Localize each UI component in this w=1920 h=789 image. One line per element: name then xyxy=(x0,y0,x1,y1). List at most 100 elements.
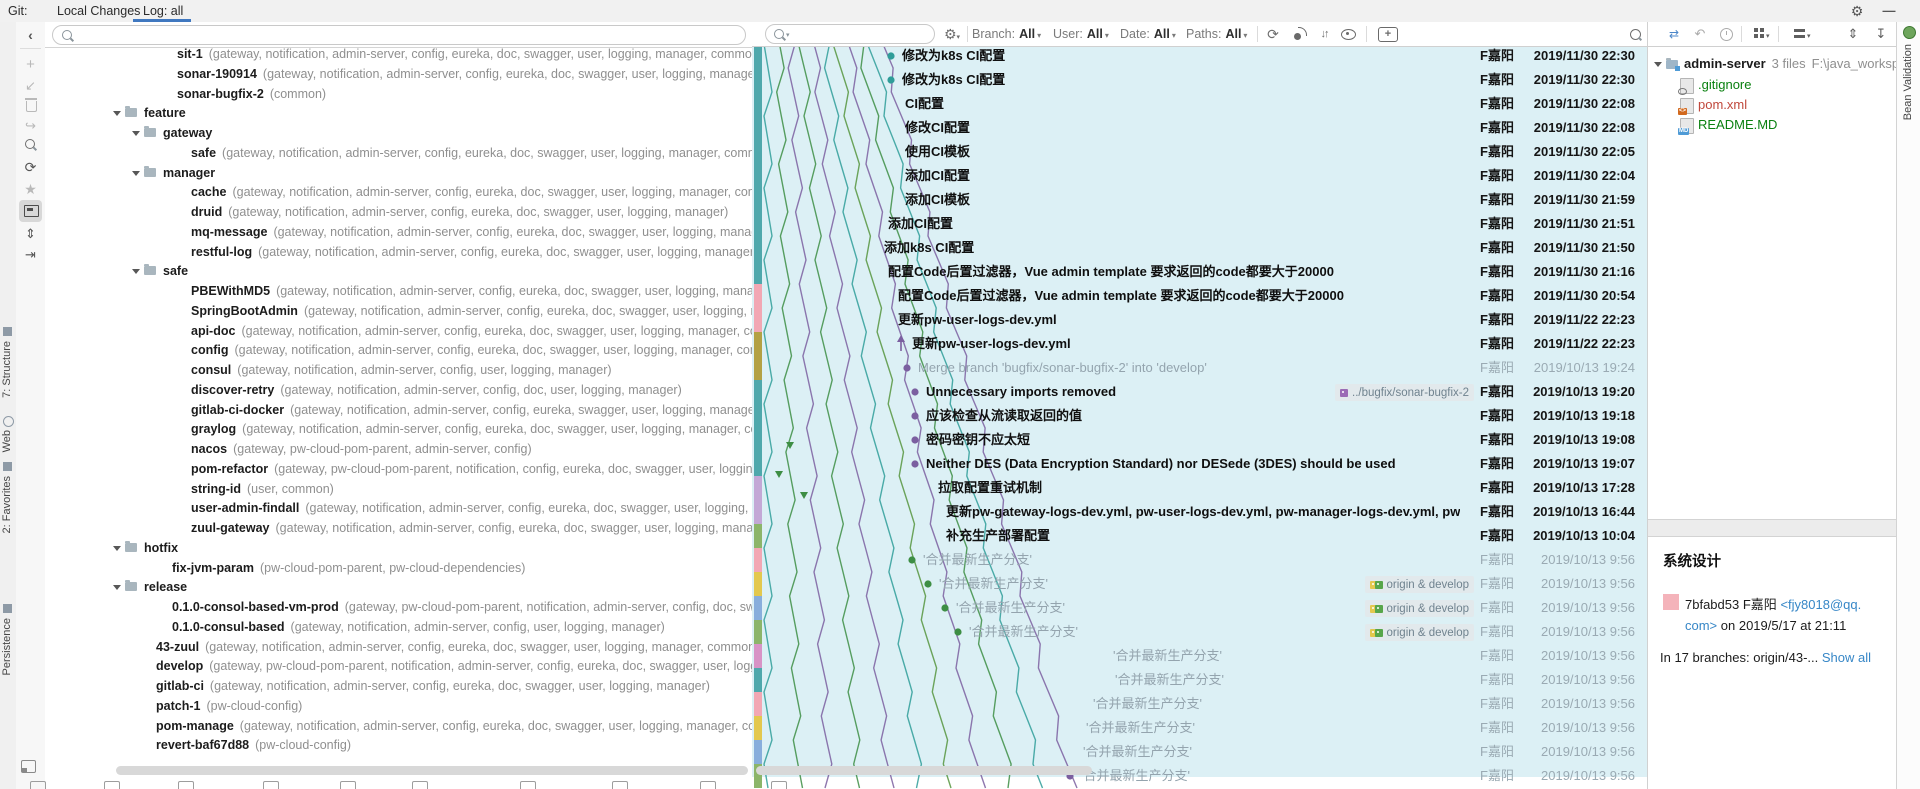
bottom-tool-icon[interactable] xyxy=(178,781,194,789)
log-row[interactable]: Neither DES (Data Encryption Standard) n… xyxy=(752,452,1647,476)
bottom-tool-icon[interactable] xyxy=(104,781,120,789)
tree-row[interactable]: 43-zuul(gateway, notification, admin-ser… xyxy=(45,637,752,657)
log-filter-input[interactable]: ▾ xyxy=(765,24,935,44)
log-row[interactable]: 添加CI配置F嘉阳2019/11/30 21:51 xyxy=(752,212,1647,236)
log-row[interactable]: Unnecessary imports removed../bugfix/son… xyxy=(752,380,1647,404)
expanded-arrow-icon[interactable] xyxy=(132,269,140,274)
tree-row[interactable]: sonar-bugfix-2(common) xyxy=(45,84,752,104)
bottom-tool-icon[interactable] xyxy=(263,781,279,789)
edge-tab-persistence[interactable]: Persistence xyxy=(1,618,13,675)
log-row[interactable]: 修改CI配置F嘉阳2019/11/30 22:08 xyxy=(752,116,1647,140)
changed-file-row[interactable]: .gitignore xyxy=(1648,75,1897,95)
bottom-tool-icon[interactable] xyxy=(520,781,536,789)
expanded-arrow-icon[interactable] xyxy=(113,546,121,551)
tree-row[interactable]: consul(gateway, notification, admin-serv… xyxy=(45,360,752,380)
group-by-icon[interactable] xyxy=(1754,28,1766,40)
tree-row[interactable]: gitlab-ci(gateway, notification, admin-s… xyxy=(45,676,752,696)
eye-icon[interactable] xyxy=(1341,29,1356,40)
minimize-icon[interactable]: — xyxy=(1880,2,1898,20)
ref-label[interactable]: ../bugfix/sonar-bugfix-2 xyxy=(1335,384,1474,401)
log-row[interactable]: 配置Code后置过滤器，Vue admin template 要求返回的code… xyxy=(752,260,1647,284)
log-row[interactable]: Merge branch 'bugfix/sonar-bugfix-2' int… xyxy=(752,356,1647,380)
edge-tab-structure[interactable]: 7: Structure xyxy=(1,341,13,398)
log-row[interactable]: 更新pw-user-logs-dev.ymlF嘉阳2019/11/22 22:2… xyxy=(752,332,1647,356)
branches-search-input[interactable] xyxy=(52,25,746,45)
edge-tab-web[interactable]: Web xyxy=(1,430,13,452)
log-row[interactable]: '合并最新生产分支'F嘉阳2019/10/13 9:56 xyxy=(752,692,1647,716)
back-icon[interactable]: ‹ xyxy=(16,25,45,45)
ref-label[interactable]: origin & develop xyxy=(1365,576,1474,593)
expand-all-icon[interactable]: ⇕ xyxy=(1844,26,1862,42)
tree-row[interactable]: safe xyxy=(45,261,752,281)
tree-row[interactable]: nacos(gateway, pw-cloud-pom-parent, admi… xyxy=(45,439,752,459)
edge-tab-favorites[interactable]: 2: Favorites xyxy=(1,476,13,533)
log-row[interactable]: 添加k8s CI配置F嘉阳2019/11/30 21:50 xyxy=(752,236,1647,260)
tree-row[interactable]: PBEWithMD5(gateway, notification, admin-… xyxy=(45,281,752,301)
log-row[interactable]: 更新pw-user-logs-dev.ymlF嘉阳2019/11/22 22:2… xyxy=(752,308,1647,332)
tree-row[interactable]: pom-manage(gateway, notification, admin-… xyxy=(45,716,752,736)
tree-row[interactable]: sonar-190914(gateway, notification, admi… xyxy=(45,64,752,84)
log-row[interactable]: 补充生产部署配置F嘉阳2019/10/13 10:04 xyxy=(752,524,1647,548)
tree-row[interactable]: 0.1.0-consol-based-vm-prod(gateway, pw-c… xyxy=(45,597,752,617)
tree-row[interactable]: druid(gateway, notification, admin-serve… xyxy=(45,202,752,222)
log-row[interactable]: 添加CI模板F嘉阳2019/11/30 21:59 xyxy=(752,188,1647,212)
tree-row[interactable]: 0.1.0-consul-based(gateway, notification… xyxy=(45,617,752,637)
log-row[interactable]: CI配置F嘉阳2019/11/30 22:08 xyxy=(752,92,1647,116)
log-row[interactable]: 修改为k8s CI配置F嘉阳2019/11/30 22:30 xyxy=(752,46,1647,68)
log-row[interactable]: '合并最新生产分支'origin & developF嘉阳2019/10/13 … xyxy=(752,620,1647,644)
cherry-pick-icon[interactable] xyxy=(1293,27,1307,41)
tree-row[interactable]: mq-message(gateway, notification, admin-… xyxy=(45,222,752,242)
tree-row[interactable]: graylog(gateway, notification, admin-ser… xyxy=(45,419,752,439)
expanded-arrow-icon[interactable] xyxy=(1654,62,1662,67)
ref-label[interactable]: origin & develop xyxy=(1365,600,1474,617)
log-row[interactable]: '合并最新生产分支'F嘉阳2019/10/13 9:56 xyxy=(752,644,1647,668)
log-row[interactable]: '合并最新生产分支'F嘉阳2019/10/13 9:56 xyxy=(752,740,1647,764)
undo-icon[interactable]: ↶ xyxy=(1691,26,1709,42)
log-row[interactable]: 配置Code后置过滤器，Vue admin template 要求返回的code… xyxy=(752,284,1647,308)
tree-row[interactable]: SpringBootAdmin(gateway, notification, a… xyxy=(45,301,752,321)
tree-row[interactable]: zuul-gateway(gateway, notification, admi… xyxy=(45,518,752,538)
tree-row[interactable]: safe(gateway, notification, admin-server… xyxy=(45,143,752,163)
add-icon[interactable]: + xyxy=(16,55,45,75)
new-tab-icon[interactable]: + xyxy=(1378,27,1398,42)
log-hscrollbar[interactable] xyxy=(756,766,1092,775)
tree-row[interactable]: discover-retry(gateway, notification, ad… xyxy=(45,380,752,400)
filter-date[interactable]: Date:All▾ xyxy=(1120,22,1176,46)
bottom-tool-icon[interactable] xyxy=(340,781,356,789)
collapse-all-icon[interactable]: ⇥ xyxy=(16,245,45,265)
tree-row[interactable]: revert-baf67d88(pw-cloud-config) xyxy=(45,735,752,755)
tree-row[interactable]: release xyxy=(45,577,752,597)
tab-bean-validation[interactable]: Bean Validation xyxy=(1902,44,1914,120)
tree-row[interactable]: patch-1(pw-cloud-config) xyxy=(45,696,752,716)
branches-folder-icon[interactable] xyxy=(24,205,39,217)
log-row[interactable]: 密码密钥不应太短F嘉阳2019/10/13 19:08 xyxy=(752,428,1647,452)
filter-paths[interactable]: Paths:All▾ xyxy=(1186,22,1247,46)
arrow-down-left-icon[interactable]: ↙ xyxy=(16,76,45,96)
bottom-tool-icon[interactable] xyxy=(771,781,787,789)
log-row[interactable]: '合并最新生产分支'F嘉阳2019/10/13 9:56 xyxy=(752,548,1647,572)
log-row[interactable]: '合并最新生产分支'F嘉阳2019/10/13 9:56 xyxy=(752,716,1647,740)
jump-to-source-icon[interactable]: ⇄ xyxy=(1664,26,1682,42)
log-row[interactable]: 添加CI配置F嘉阳2019/11/30 22:04 xyxy=(752,164,1647,188)
tree-row[interactable]: fix-jvm-param(pw-cloud-pom-parent, pw-cl… xyxy=(45,558,752,578)
tree-row[interactable]: api-doc(gateway, notification, admin-ser… xyxy=(45,321,752,341)
changed-file-row[interactable]: MDREADME.MD xyxy=(1648,115,1897,135)
go-to-hash-icon[interactable] xyxy=(1630,29,1641,40)
branches-hscrollbar[interactable] xyxy=(116,766,748,775)
sort-icon[interactable]: ↓↑ xyxy=(1315,26,1333,42)
show-all-link[interactable]: Show all xyxy=(1822,650,1871,665)
tree-row[interactable]: manager xyxy=(45,163,752,183)
bottom-tool-icon[interactable] xyxy=(700,781,716,789)
log-row[interactable]: '合并最新生产分支'origin & developF嘉阳2019/10/13 … xyxy=(752,596,1647,620)
clock-icon[interactable] xyxy=(1720,28,1733,41)
changed-file-row[interactable]: <>pom.xml xyxy=(1648,95,1897,115)
expanded-arrow-icon[interactable] xyxy=(132,131,140,136)
changed-root-row[interactable]: admin-server3 filesF:\java_worksp xyxy=(1648,54,1897,74)
gear-icon[interactable]: ⚙▾ xyxy=(943,26,961,42)
log-row[interactable]: 修改为k8s CI配置F嘉阳2019/11/30 22:30 xyxy=(752,68,1647,92)
log-row[interactable]: 应该检查从流读取返回的值F嘉阳2019/10/13 19:18 xyxy=(752,404,1647,428)
search-icon[interactable] xyxy=(25,139,35,149)
tree-row[interactable]: restful-log(gateway, notification, admin… xyxy=(45,242,752,262)
tree-row[interactable]: gitlab-ci-docker(gateway, notification, … xyxy=(45,400,752,420)
trash-icon[interactable] xyxy=(26,101,37,112)
